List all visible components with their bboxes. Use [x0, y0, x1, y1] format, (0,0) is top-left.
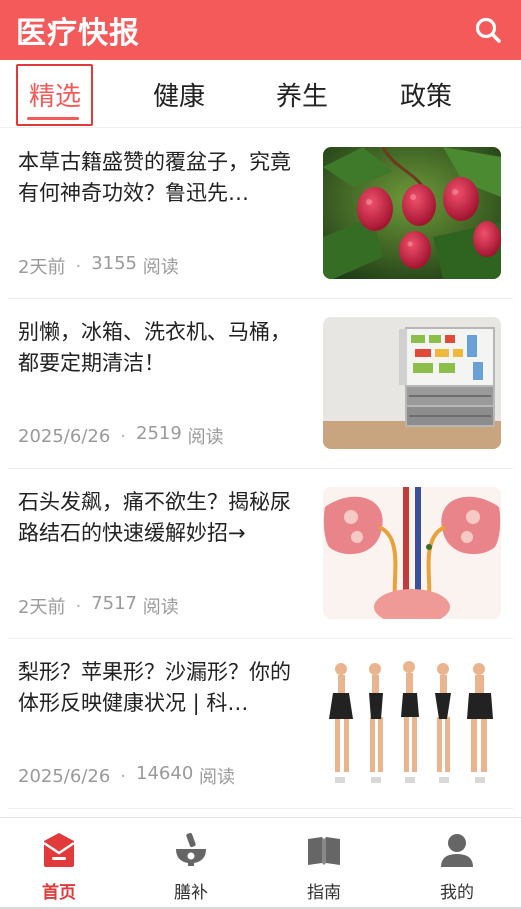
- article-date: 2天前: [18, 597, 66, 618]
- tab-label: 养生: [275, 81, 328, 112]
- read-unit: 阅读: [142, 257, 179, 278]
- nav-label: 首页: [42, 883, 76, 903]
- nav-home[interactable]: 首页: [9, 818, 109, 909]
- article-card[interactable]: 梨形？苹果形？沙漏形？你的体形反映健康状况 | 科… 2025/6/26 · 1…: [8, 639, 513, 809]
- tab-label: 政策: [399, 81, 452, 112]
- article-date: 2025/6/26: [18, 425, 111, 447]
- meta-separator: ·: [75, 255, 82, 277]
- search-icon: [475, 17, 501, 43]
- article-list: 本草古籍盛赞的覆盆子，究竟有何神奇功效？鲁迅先… 2天前 · 3155 阅读 别…: [0, 129, 521, 809]
- article-date: 2025/6/26: [18, 765, 111, 787]
- user-icon: [437, 830, 477, 870]
- category-tabs: 精选 健康 养生 政策: [0, 60, 521, 128]
- app: 医疗快报 精选 健康 养生 政策 本草古籍盛赞的覆盆子，究竟有何神奇功效？鲁迅先…: [0, 0, 521, 909]
- article-meta: 2天前 · 3155 阅读: [18, 253, 179, 279]
- tab-wellness[interactable]: 养生: [263, 60, 341, 128]
- mortar-icon: [171, 830, 211, 870]
- nav-label: 膳补: [174, 883, 208, 903]
- read-unit: 阅读: [187, 427, 224, 448]
- read-count: 7517: [91, 593, 137, 614]
- read-count: 2519: [136, 423, 182, 444]
- article-meta: 2025/6/26 · 14640 阅读: [18, 763, 235, 789]
- article-reads: 2519 阅读: [136, 423, 224, 449]
- tab-label: 精选: [28, 81, 81, 112]
- read-unit: 阅读: [142, 597, 179, 618]
- article-title: 梨形？苹果形？沙漏形？你的体形反映健康状况 | 科…: [18, 660, 291, 715]
- article-reads: 7517 阅读: [91, 593, 179, 619]
- meta-separator: ·: [75, 595, 82, 617]
- nav-label: 指南: [307, 883, 341, 903]
- article-title: 别懒，冰箱、洗衣机、马桶，都要定期清洁！: [18, 320, 291, 375]
- article-card[interactable]: 本草古籍盛赞的覆盆子，究竟有何神奇功效？鲁迅先… 2天前 · 3155 阅读: [8, 129, 513, 299]
- nav-guide[interactable]: 指南: [274, 818, 374, 909]
- article-meta: 2025/6/26 · 2519 阅读: [18, 423, 224, 449]
- read-count: 3155: [91, 253, 137, 274]
- nav-profile[interactable]: 我的: [407, 818, 507, 909]
- active-tab-indicator: [27, 117, 79, 120]
- article-date: 2天前: [18, 257, 66, 278]
- nav-label: 我的: [440, 883, 474, 903]
- refrigerator-image: [323, 317, 501, 449]
- tab-health[interactable]: 健康: [140, 60, 218, 128]
- book-icon: [304, 830, 344, 870]
- tab-policy[interactable]: 政策: [387, 60, 465, 128]
- article-card[interactable]: 别懒，冰箱、洗衣机、马桶，都要定期清洁！ 2025/6/26 · 2519 阅读: [8, 299, 513, 469]
- tab-label: 健康: [152, 81, 205, 112]
- nav-diet[interactable]: 膳补: [141, 818, 241, 909]
- raspberry-image: [323, 147, 501, 279]
- home-icon: [39, 830, 79, 870]
- article-title: 本草古籍盛赞的覆盆子，究竟有何神奇功效？鲁迅先…: [18, 150, 291, 205]
- article-reads: 14640 阅读: [136, 763, 235, 789]
- top-bar: 医疗快报: [0, 0, 521, 60]
- body-shapes-image: [323, 657, 501, 789]
- article-title: 石头发飙，痛不欲生？揭秘尿路结石的快速缓解妙招→: [18, 490, 291, 545]
- search-button[interactable]: [471, 13, 505, 47]
- app-title: 医疗快报: [16, 16, 140, 51]
- article-reads: 3155 阅读: [91, 253, 179, 279]
- article-card[interactable]: 石头发飙，痛不欲生？揭秘尿路结石的快速缓解妙招→ 2天前 · 7517 阅读: [8, 469, 513, 639]
- article-meta: 2天前 · 7517 阅读: [18, 593, 179, 619]
- read-unit: 阅读: [199, 767, 236, 788]
- meta-separator: ·: [120, 425, 127, 447]
- read-count: 14640: [136, 763, 194, 784]
- urinary-tract-image: [323, 487, 501, 619]
- meta-separator: ·: [120, 765, 127, 787]
- bottom-nav: 首页 膳补 指南 我的: [0, 817, 521, 909]
